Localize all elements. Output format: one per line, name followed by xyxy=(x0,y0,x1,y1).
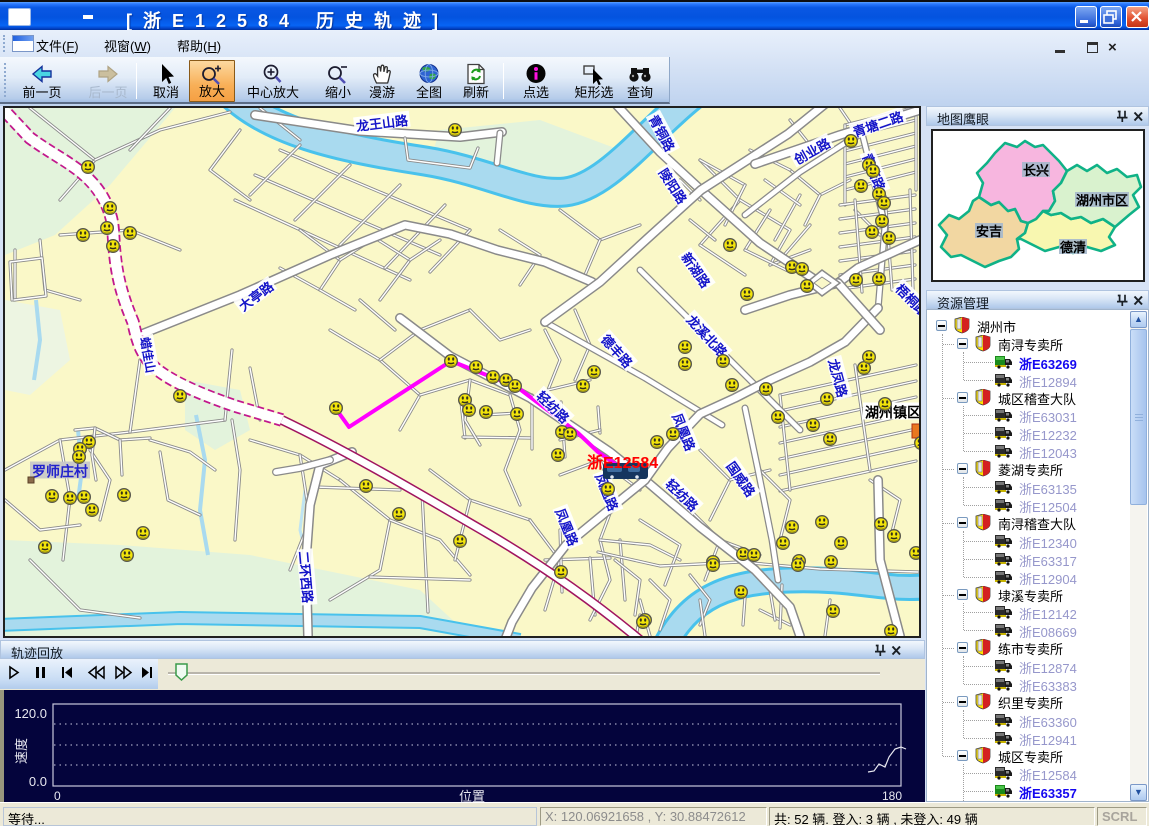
svg-text:安吉: 安吉 xyxy=(976,224,1002,239)
svg-text:0: 0 xyxy=(54,789,61,802)
svg-text:罗师庄村: 罗师庄村 xyxy=(32,464,88,480)
svg-text:0.0: 0.0 xyxy=(29,774,47,789)
svg-text:湖州市区: 湖州市区 xyxy=(1076,193,1128,208)
svg-text:180: 180 xyxy=(882,789,902,802)
svg-text:湖州镇区: 湖州镇区 xyxy=(865,405,919,421)
svg-text:德清: 德清 xyxy=(1060,240,1086,255)
svg-text:位置: 位置 xyxy=(459,789,485,802)
svg-text:长兴: 长兴 xyxy=(1023,163,1049,178)
svg-text:速度: 速度 xyxy=(14,738,29,764)
svg-text:120.0: 120.0 xyxy=(14,706,47,721)
svg-text:浙E12584: 浙E12584 xyxy=(587,453,658,472)
